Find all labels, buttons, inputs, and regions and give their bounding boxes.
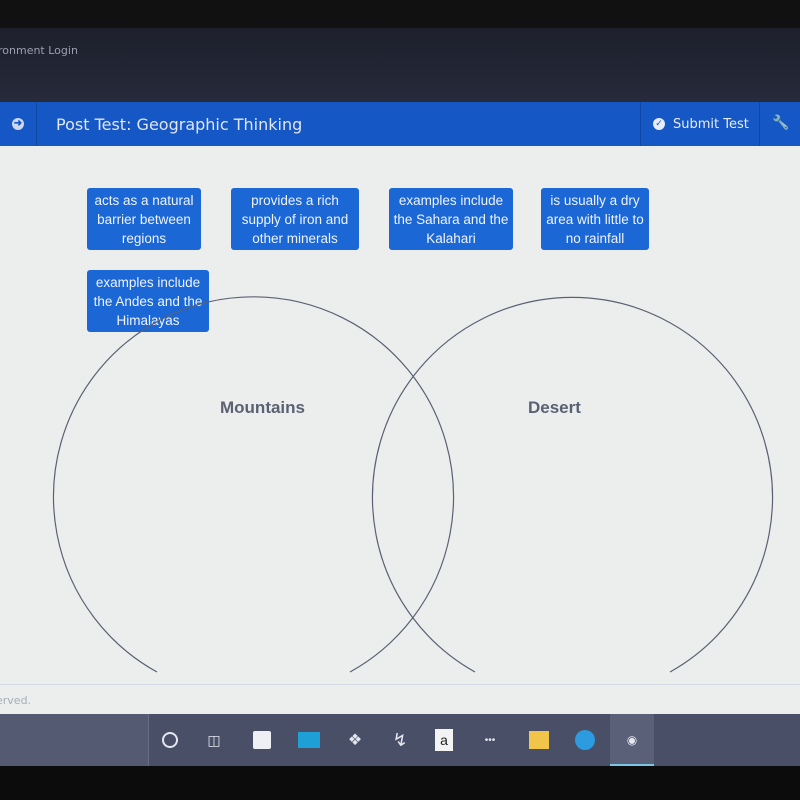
wrench-icon[interactable]: 🔧 xyxy=(772,114,789,131)
dropbox-icon[interactable]: ❖ xyxy=(343,728,367,752)
venn-label-desert: Desert xyxy=(528,398,581,417)
edge-icon[interactable] xyxy=(573,728,597,752)
cortana-circle-icon[interactable] xyxy=(158,728,182,752)
submit-test-label: Submit Test xyxy=(673,116,749,132)
amazon-icon[interactable]: a xyxy=(432,728,456,752)
test-header: ➜ Post Test: Geographic Thinking ✓ Submi… xyxy=(0,102,800,146)
submit-test-button[interactable]: ✓ Submit Test xyxy=(640,102,760,146)
taskbar-search-area[interactable] xyxy=(0,714,149,766)
media-app-icon[interactable]: ◉ xyxy=(620,728,644,752)
question-area: acts as a natural barrier between region… xyxy=(0,146,800,714)
nav-toggle-button[interactable]: ➜ xyxy=(0,102,37,146)
page-title: Post Test: Geographic Thinking xyxy=(56,115,303,134)
footer-copyright: erved. xyxy=(0,694,32,707)
venn-label-mountains: Mountains xyxy=(220,398,305,417)
task-view-icon[interactable]: ◫ xyxy=(202,728,226,752)
file-explorer-icon[interactable] xyxy=(527,728,551,752)
store-icon[interactable] xyxy=(250,728,274,752)
browser-top-bar xyxy=(0,28,800,102)
monitor-bezel xyxy=(0,766,800,800)
mail-icon[interactable] xyxy=(297,728,321,752)
check-circle-icon: ✓ xyxy=(653,118,665,130)
taskbar: ◫ ❖ ↯ a ••• ◉ xyxy=(0,714,800,766)
dots-app-icon[interactable]: ••• xyxy=(478,728,502,752)
venn-circle-desert[interactable] xyxy=(371,296,774,673)
venn-circle-mountains[interactable] xyxy=(52,296,455,673)
arrow-right-circle-icon: ➜ xyxy=(12,118,24,130)
footer-divider xyxy=(0,684,800,685)
browser-tab-title[interactable]: ronment Login xyxy=(0,44,78,57)
venn-diagram xyxy=(52,296,774,673)
app-bolt-icon[interactable]: ↯ xyxy=(388,728,412,752)
